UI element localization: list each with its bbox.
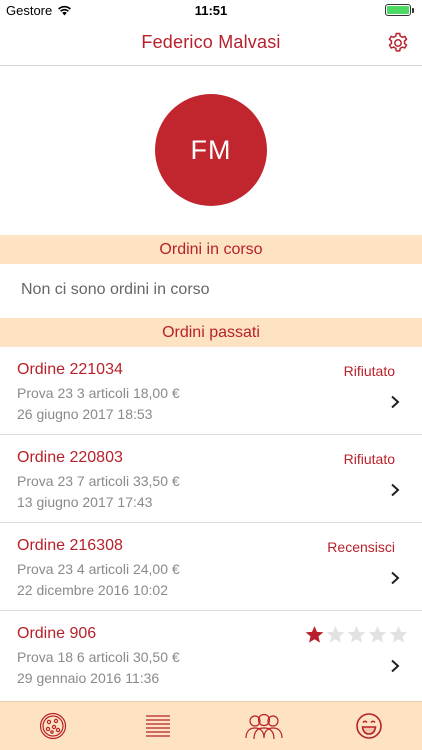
tab-pizza[interactable] xyxy=(0,702,106,750)
order-date: 29 gennaio 2016 11:36 xyxy=(17,670,160,686)
smiley-icon xyxy=(356,713,383,739)
order-title: Ordine 906 xyxy=(17,625,97,642)
avatar[interactable]: FM xyxy=(155,94,267,206)
avatar-initials: FM xyxy=(190,134,232,165)
order-detail: Prova 23 4 articoli 24,00 € xyxy=(17,561,180,577)
chevron-right-icon xyxy=(391,395,400,409)
gear-icon[interactable] xyxy=(386,31,410,55)
star-empty-icon xyxy=(368,625,387,643)
chevron-right-icon xyxy=(391,659,400,673)
pizza-icon xyxy=(39,712,66,740)
order-row[interactable]: Ordine 221034 Prova 23 3 articoli 18,00 … xyxy=(0,347,422,435)
page-title: Federico Malvasi xyxy=(141,32,281,52)
chevron-right-icon xyxy=(391,571,400,585)
order-status: Rifiutato xyxy=(343,363,395,379)
order-date: 26 giugno 2017 18:53 xyxy=(17,406,153,422)
tab-menu[interactable] xyxy=(106,702,212,750)
star-empty-icon xyxy=(347,625,366,643)
order-row[interactable]: Ordine 906 Prova 18 6 articoli 30,50 € 2… xyxy=(0,611,422,699)
order-status: Rifiutato xyxy=(343,451,395,467)
battery-indicator xyxy=(385,4,414,16)
star-empty-icon xyxy=(326,625,345,643)
status-time: 11:51 xyxy=(194,3,228,18)
review-button[interactable]: Recensisci xyxy=(327,539,395,555)
order-detail: Prova 23 7 articoli 33,50 € xyxy=(17,473,180,489)
current-orders-header: Ordini in corso xyxy=(0,235,422,264)
people-icon xyxy=(245,713,283,740)
rating-stars xyxy=(305,625,408,644)
order-detail: Prova 18 6 articoli 30,50 € xyxy=(17,649,180,665)
order-title: Ordine 220803 xyxy=(17,449,123,466)
menu-list-icon xyxy=(146,715,171,737)
order-detail: Prova 23 3 articoli 18,00 € xyxy=(17,385,180,401)
star-filled-icon xyxy=(305,625,324,643)
battery-tip xyxy=(412,7,414,13)
tab-bar xyxy=(0,701,422,750)
order-title: Ordine 216308 xyxy=(17,537,123,554)
order-row[interactable]: Ordine 216308 Prova 23 4 articoli 24,00 … xyxy=(0,523,422,611)
order-title: Ordine 221034 xyxy=(17,361,123,378)
past-orders-header: Ordini passati xyxy=(0,318,422,347)
order-date: 13 giugno 2017 17:43 xyxy=(17,494,153,510)
tab-people[interactable] xyxy=(211,702,317,750)
nav-bar: Federico Malvasi xyxy=(0,22,422,66)
status-bar: Gestore 11:51 xyxy=(0,0,422,22)
battery-icon xyxy=(385,4,411,16)
chevron-right-icon xyxy=(391,483,400,497)
star-empty-icon xyxy=(389,625,408,643)
empty-orders-text: Non ci sono ordini in corso xyxy=(21,281,210,298)
battery-fill xyxy=(387,6,409,14)
order-date: 22 dicembre 2016 10:02 xyxy=(17,582,168,598)
tab-smiley[interactable] xyxy=(317,702,422,750)
order-row[interactable]: Ordine 220803 Prova 23 7 articoli 33,50 … xyxy=(0,435,422,523)
